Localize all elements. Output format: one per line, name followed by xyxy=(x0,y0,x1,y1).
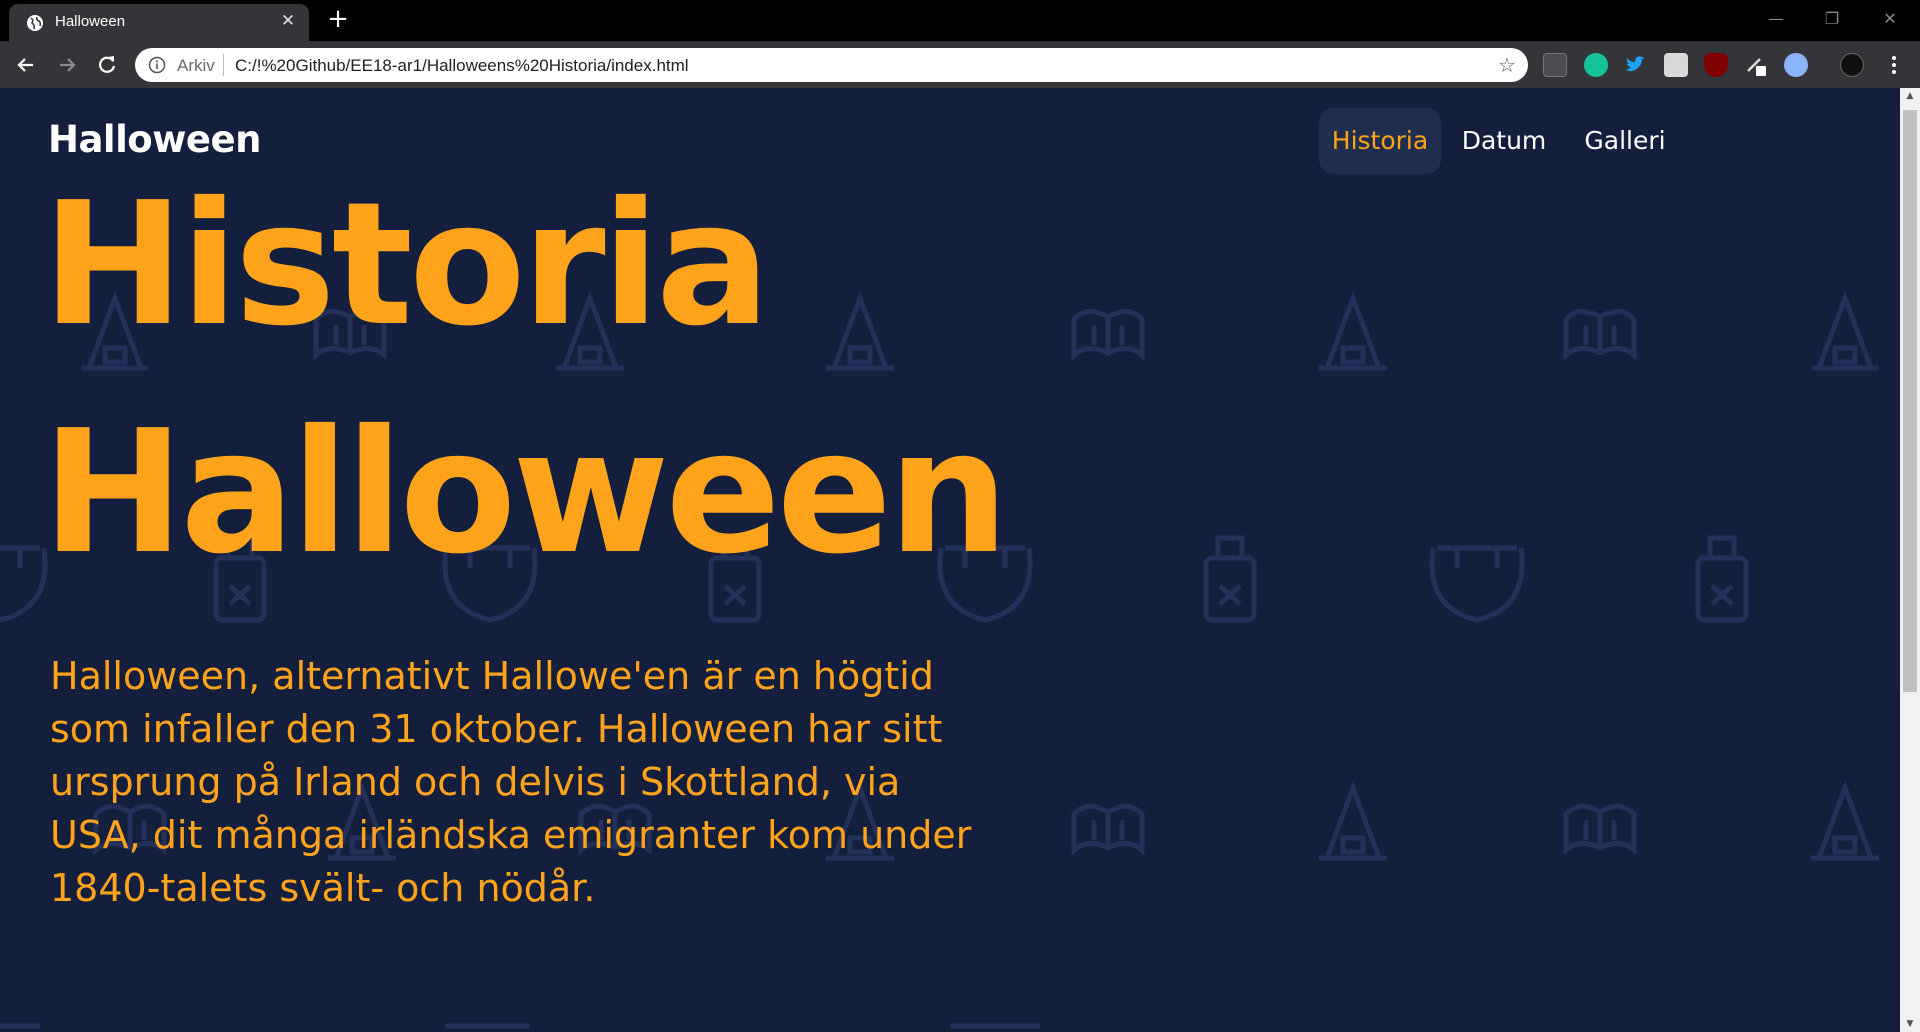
new-tab-button[interactable]: + xyxy=(325,6,351,32)
url-separator xyxy=(223,54,224,76)
nav-link-galleri[interactable]: Galleri xyxy=(1569,108,1681,174)
twitter-icon[interactable] xyxy=(1623,53,1647,77)
tab-strip: Halloween ✕ + — ❐ ✕ xyxy=(0,0,1920,41)
scroll-up-arrow[interactable]: ▲ xyxy=(1900,88,1920,104)
tab-title: Halloween xyxy=(55,13,126,30)
scroll-down-arrow[interactable]: ▼ xyxy=(1900,1016,1920,1032)
minimize-icon[interactable]: — xyxy=(1764,8,1788,30)
back-icon[interactable] xyxy=(13,52,39,78)
grammarly-icon[interactable] xyxy=(1584,53,1608,77)
hero-title-line-2: Halloween xyxy=(42,394,1009,592)
nav-link-datum[interactable]: Datum xyxy=(1449,108,1559,174)
browser-toolbar: Arkiv C:/!%20Github/EE18-ar1/Halloweens%… xyxy=(0,41,1920,88)
menu-icon[interactable] xyxy=(1882,53,1906,77)
vertical-scrollbar[interactable]: ▲ ▼ xyxy=(1900,88,1920,1032)
circle-extension-icon[interactable] xyxy=(1784,53,1808,77)
page-viewport: Halloween Historia Datum Galleri Histori… xyxy=(0,88,1900,1032)
site-brand[interactable]: Halloween xyxy=(48,118,261,161)
forward-icon[interactable] xyxy=(54,52,80,78)
browser-tab[interactable]: Halloween ✕ xyxy=(9,4,309,41)
globe-icon xyxy=(27,15,43,31)
url-scheme-label: Arkiv xyxy=(177,56,215,75)
close-tab-icon[interactable]: ✕ xyxy=(279,12,297,30)
hero-title-line-1: Historia xyxy=(42,166,771,364)
url-text[interactable]: C:/!%20Github/EE18-ar1/Halloweens%20Hist… xyxy=(235,56,689,76)
reload-icon[interactable] xyxy=(94,52,120,78)
pen-tool-icon[interactable] xyxy=(1744,53,1768,77)
address-bar[interactable]: Arkiv C:/!%20Github/EE18-ar1/Halloweens%… xyxy=(135,48,1528,82)
profile-avatar[interactable] xyxy=(1840,53,1864,77)
pdf-extension-icon[interactable] xyxy=(1543,53,1567,77)
ublock-icon[interactable] xyxy=(1704,53,1728,77)
restore-icon[interactable]: ❐ xyxy=(1820,8,1844,30)
intro-paragraph: Halloween, alternativt Hallowe'en är en … xyxy=(50,654,972,910)
window-close-icon[interactable]: ✕ xyxy=(1878,8,1902,30)
nav-link-historia[interactable]: Historia xyxy=(1319,108,1441,174)
info-icon[interactable] xyxy=(148,56,166,74)
extension-icon[interactable] xyxy=(1664,53,1688,77)
scroll-thumb[interactable] xyxy=(1903,110,1917,692)
bookmark-star-icon[interactable]: ☆ xyxy=(1496,54,1518,76)
